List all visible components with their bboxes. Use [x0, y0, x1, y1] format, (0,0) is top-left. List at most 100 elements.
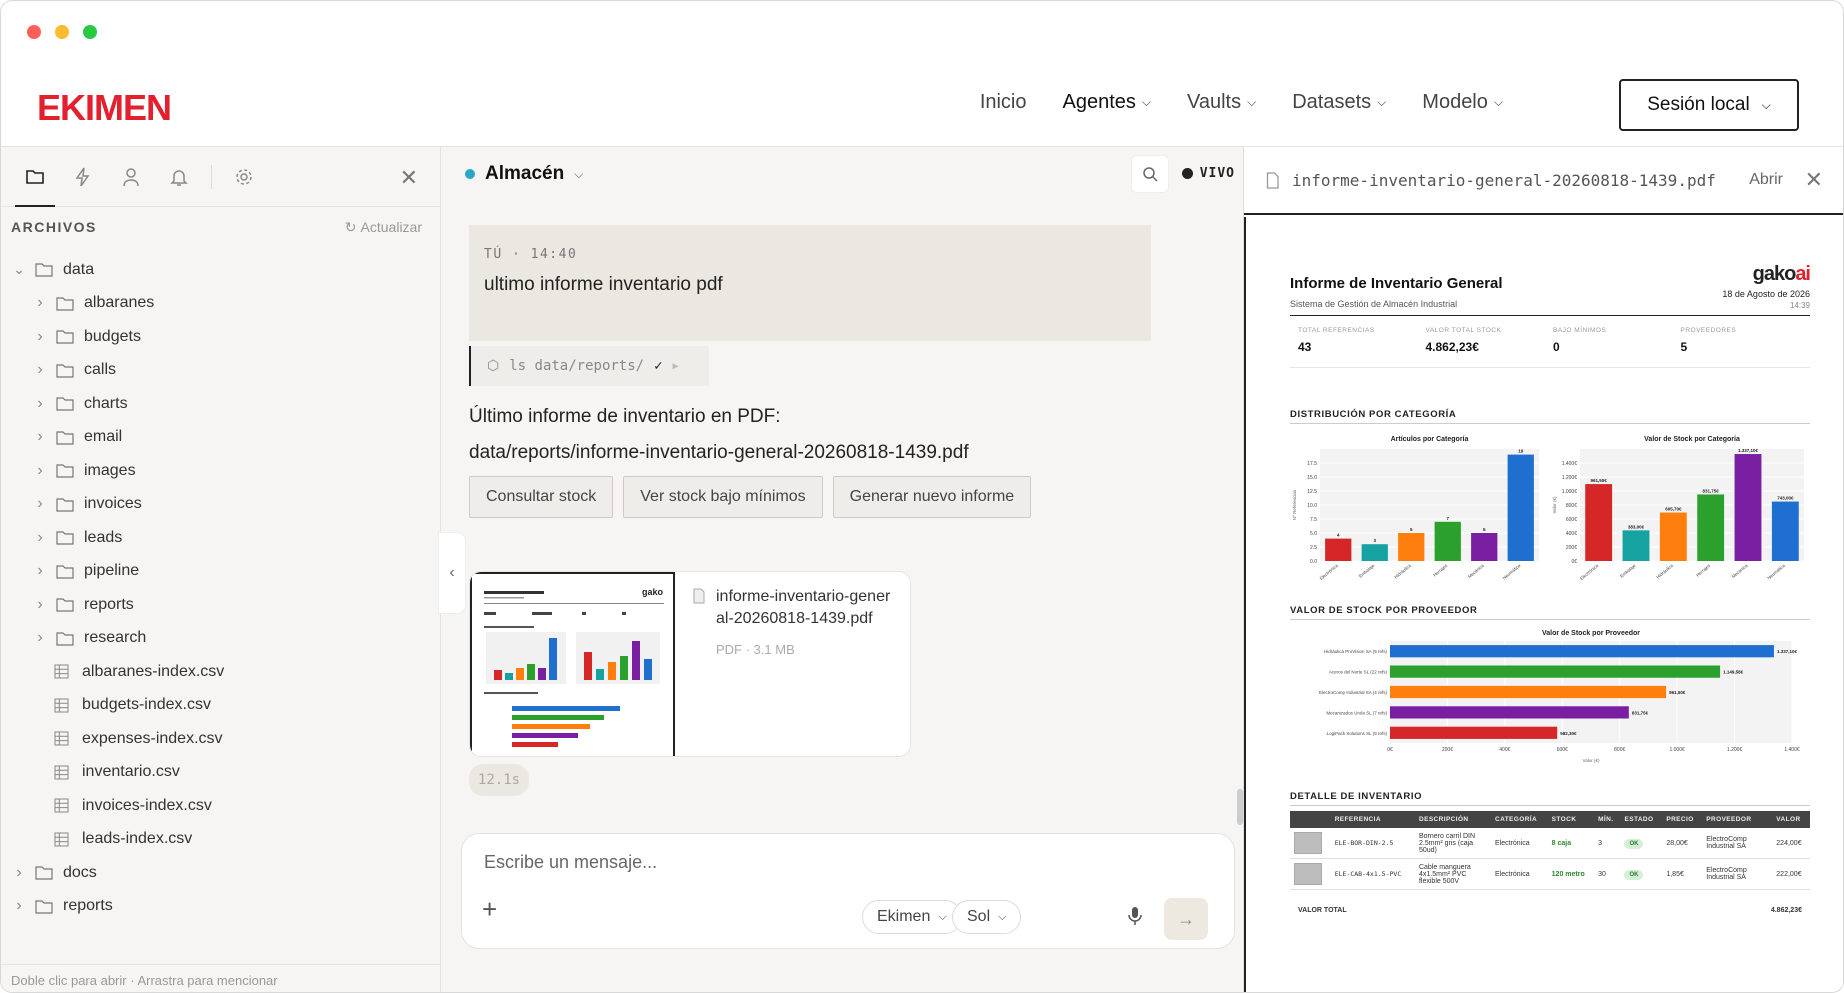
- refresh-button[interactable]: ↻ Actualizar: [345, 219, 422, 236]
- assistant-path[interactable]: data/reports/informe-inventario-general-…: [469, 435, 969, 471]
- file-tree-folder[interactable]: › email: [1, 421, 440, 455]
- kpi-card: VALOR TOTAL STOCK 4.862,23€: [1426, 327, 1554, 354]
- microphone-button[interactable]: [1128, 906, 1142, 931]
- nav-modelo[interactable]: Modelo ⌵: [1422, 91, 1503, 114]
- tool-call[interactable]: ⬡ ls data/reports/ ✓ ▶: [469, 346, 709, 386]
- close-window-button[interactable]: [27, 25, 41, 39]
- nav-inicio[interactable]: Inicio: [980, 91, 1027, 114]
- brand-logo[interactable]: EKIMEN: [37, 87, 172, 129]
- chevron-right-icon[interactable]: ›: [32, 529, 48, 547]
- product-image: [1294, 863, 1322, 885]
- nav-datasets[interactable]: Datasets ⌵: [1292, 91, 1386, 114]
- y-axis-label: Valor (€): [1552, 496, 1557, 513]
- file-tree-file[interactable]: inventario.csv: [1, 756, 440, 790]
- attachment-card[interactable]: gako informe-inventario-general-20260818…: [469, 571, 911, 757]
- file-tree-folder[interactable]: › calls: [1, 354, 440, 388]
- message-input[interactable]: [484, 852, 1184, 873]
- chevron-right-icon[interactable]: ›: [32, 294, 48, 312]
- pdf-viewer[interactable]: Informe de Inventario General Sistema de…: [1244, 217, 1843, 992]
- y-tick-label: Aceros del Norte SL (22 refs): [1329, 670, 1388, 675]
- file-tree-folder[interactable]: › albaranes: [1, 287, 440, 321]
- kpi-label: TOTAL REFERENCIAS: [1298, 327, 1375, 334]
- folder-icon: [56, 295, 74, 311]
- nav-agentes[interactable]: Agentes ⌵: [1063, 91, 1152, 114]
- chevron-right-icon[interactable]: ›: [11, 897, 27, 915]
- chevron-right-icon[interactable]: ›: [32, 562, 48, 580]
- status-cell: OK: [1620, 828, 1663, 859]
- quick-action-button[interactable]: Generar nuevo informe: [832, 476, 1032, 518]
- pdf-thumbnail[interactable]: gako: [470, 572, 675, 756]
- file-tree-file[interactable]: leads-index.csv: [1, 823, 440, 857]
- file-tree-file[interactable]: expenses-index.csv: [1, 722, 440, 756]
- chevron-right-icon[interactable]: ›: [11, 864, 27, 882]
- quick-action-button[interactable]: Ver stock bajo mínimos: [623, 476, 823, 518]
- x-tick-label: Electrónica: [1319, 563, 1340, 581]
- table-file-icon: [54, 731, 72, 747]
- chat-search-button[interactable]: [1131, 155, 1169, 193]
- file-tree-folder[interactable]: ⌄ data: [1, 253, 440, 287]
- minimize-window-button[interactable]: [55, 25, 69, 39]
- file-tree-folder[interactable]: › charts: [1, 387, 440, 421]
- tab-contacts[interactable]: [107, 147, 155, 207]
- agent-selector[interactable]: Almacén: [485, 163, 564, 185]
- close-sidebar-button[interactable]: ✕: [400, 165, 418, 191]
- chart-title: Valor de Stock por Categoría: [1644, 436, 1740, 443]
- tab-settings[interactable]: [220, 147, 268, 207]
- data-label: 961,50€: [1669, 690, 1686, 695]
- chevron-right-icon[interactable]: ›: [32, 462, 48, 480]
- chevron-right-icon[interactable]: ›: [32, 328, 48, 346]
- session-button[interactable]: Sesión local ⌵: [1619, 79, 1799, 131]
- chevron-right-icon[interactable]: ›: [32, 428, 48, 446]
- tab-files[interactable]: [11, 147, 59, 207]
- send-button[interactable]: →: [1164, 898, 1208, 940]
- open-file-button[interactable]: Abrir: [1749, 171, 1783, 189]
- collapse-sidebar-button[interactable]: ‹: [439, 533, 465, 613]
- file-tree-folder[interactable]: › research: [1, 622, 440, 656]
- tab-actions[interactable]: [59, 147, 107, 207]
- assistant-line: Último informe de inventario en PDF:: [469, 406, 781, 427]
- table-header-cell: REFERENCIA: [1330, 811, 1415, 828]
- file-tree: ⌄ data › albaranes › budgets › calls › charts › ema…: [1, 247, 440, 923]
- file-tree-file[interactable]: invoices-index.csv: [1, 789, 440, 823]
- close-preview-button[interactable]: ✕: [1805, 167, 1823, 193]
- inventory-header-row: REFERENCIA DESCRIPCIÓN CATEGORÍA STOCK MÍN. E…: [1290, 811, 1810, 828]
- file-tree-folder[interactable]: › invoices: [1, 488, 440, 522]
- data-label: 743,00€: [1777, 496, 1794, 501]
- chevron-right-icon[interactable]: ›: [32, 596, 48, 614]
- attachment-name[interactable]: informe-inventario-general-20260818-1439…: [692, 586, 892, 630]
- chevron-down-icon: ⌵: [1377, 95, 1387, 109]
- chat-panel: ‹ Almacén ⌵ VIVO TÚ · 14:40 ultimo infor…: [439, 147, 1243, 992]
- bar: [1325, 538, 1352, 561]
- chevron-right-icon[interactable]: ›: [32, 495, 48, 513]
- table-header-cell: [1290, 811, 1331, 828]
- file-tree-file[interactable]: budgets-index.csv: [1, 689, 440, 723]
- tab-notifications[interactable]: [155, 147, 203, 207]
- chevron-down-icon[interactable]: ⌄: [11, 261, 27, 278]
- attachment-name-text: informe-inventario-general-20260818-1439…: [716, 588, 891, 627]
- chevron-right-icon[interactable]: ›: [32, 361, 48, 379]
- total-value: 4.862,23€: [1770, 907, 1802, 914]
- file-tree-folder[interactable]: › budgets: [1, 320, 440, 354]
- kpi-card: TOTAL REFERENCIAS 43: [1298, 327, 1426, 354]
- zoom-window-button[interactable]: [83, 25, 97, 39]
- chevron-right-icon[interactable]: ›: [32, 629, 48, 647]
- file-tree-file[interactable]: albaranes-index.csv: [1, 655, 440, 689]
- model-pill-selector[interactable]: Sol ⌵: [952, 900, 1022, 934]
- file-tree-folder[interactable]: › pipeline: [1, 555, 440, 589]
- kpi-value: 0: [1553, 340, 1560, 354]
- file-tree-folder[interactable]: › reports: [1, 588, 440, 622]
- quick-action-button[interactable]: Consultar stock: [469, 476, 614, 518]
- nav-vaults[interactable]: Vaults ⌵: [1187, 91, 1256, 114]
- chevron-down-icon[interactable]: ⌵: [574, 167, 583, 182]
- file-tree-folder[interactable]: › reports: [1, 890, 440, 924]
- file-tree-folder[interactable]: › images: [1, 454, 440, 488]
- chevron-right-icon[interactable]: ›: [32, 395, 48, 413]
- add-attachment-button[interactable]: +: [482, 894, 497, 925]
- bell-icon: [170, 169, 188, 186]
- file-tree-folder[interactable]: › leads: [1, 521, 440, 555]
- file-tree-folder[interactable]: › docs: [1, 856, 440, 890]
- agent-pill-selector[interactable]: Ekimen ⌵: [862, 900, 962, 934]
- kpi-card: PROVEEDORES 5: [1681, 327, 1809, 354]
- y-tick-label: Mecanizados Urola SL (7 refs): [1326, 710, 1387, 715]
- file-icon: [1266, 171, 1279, 189]
